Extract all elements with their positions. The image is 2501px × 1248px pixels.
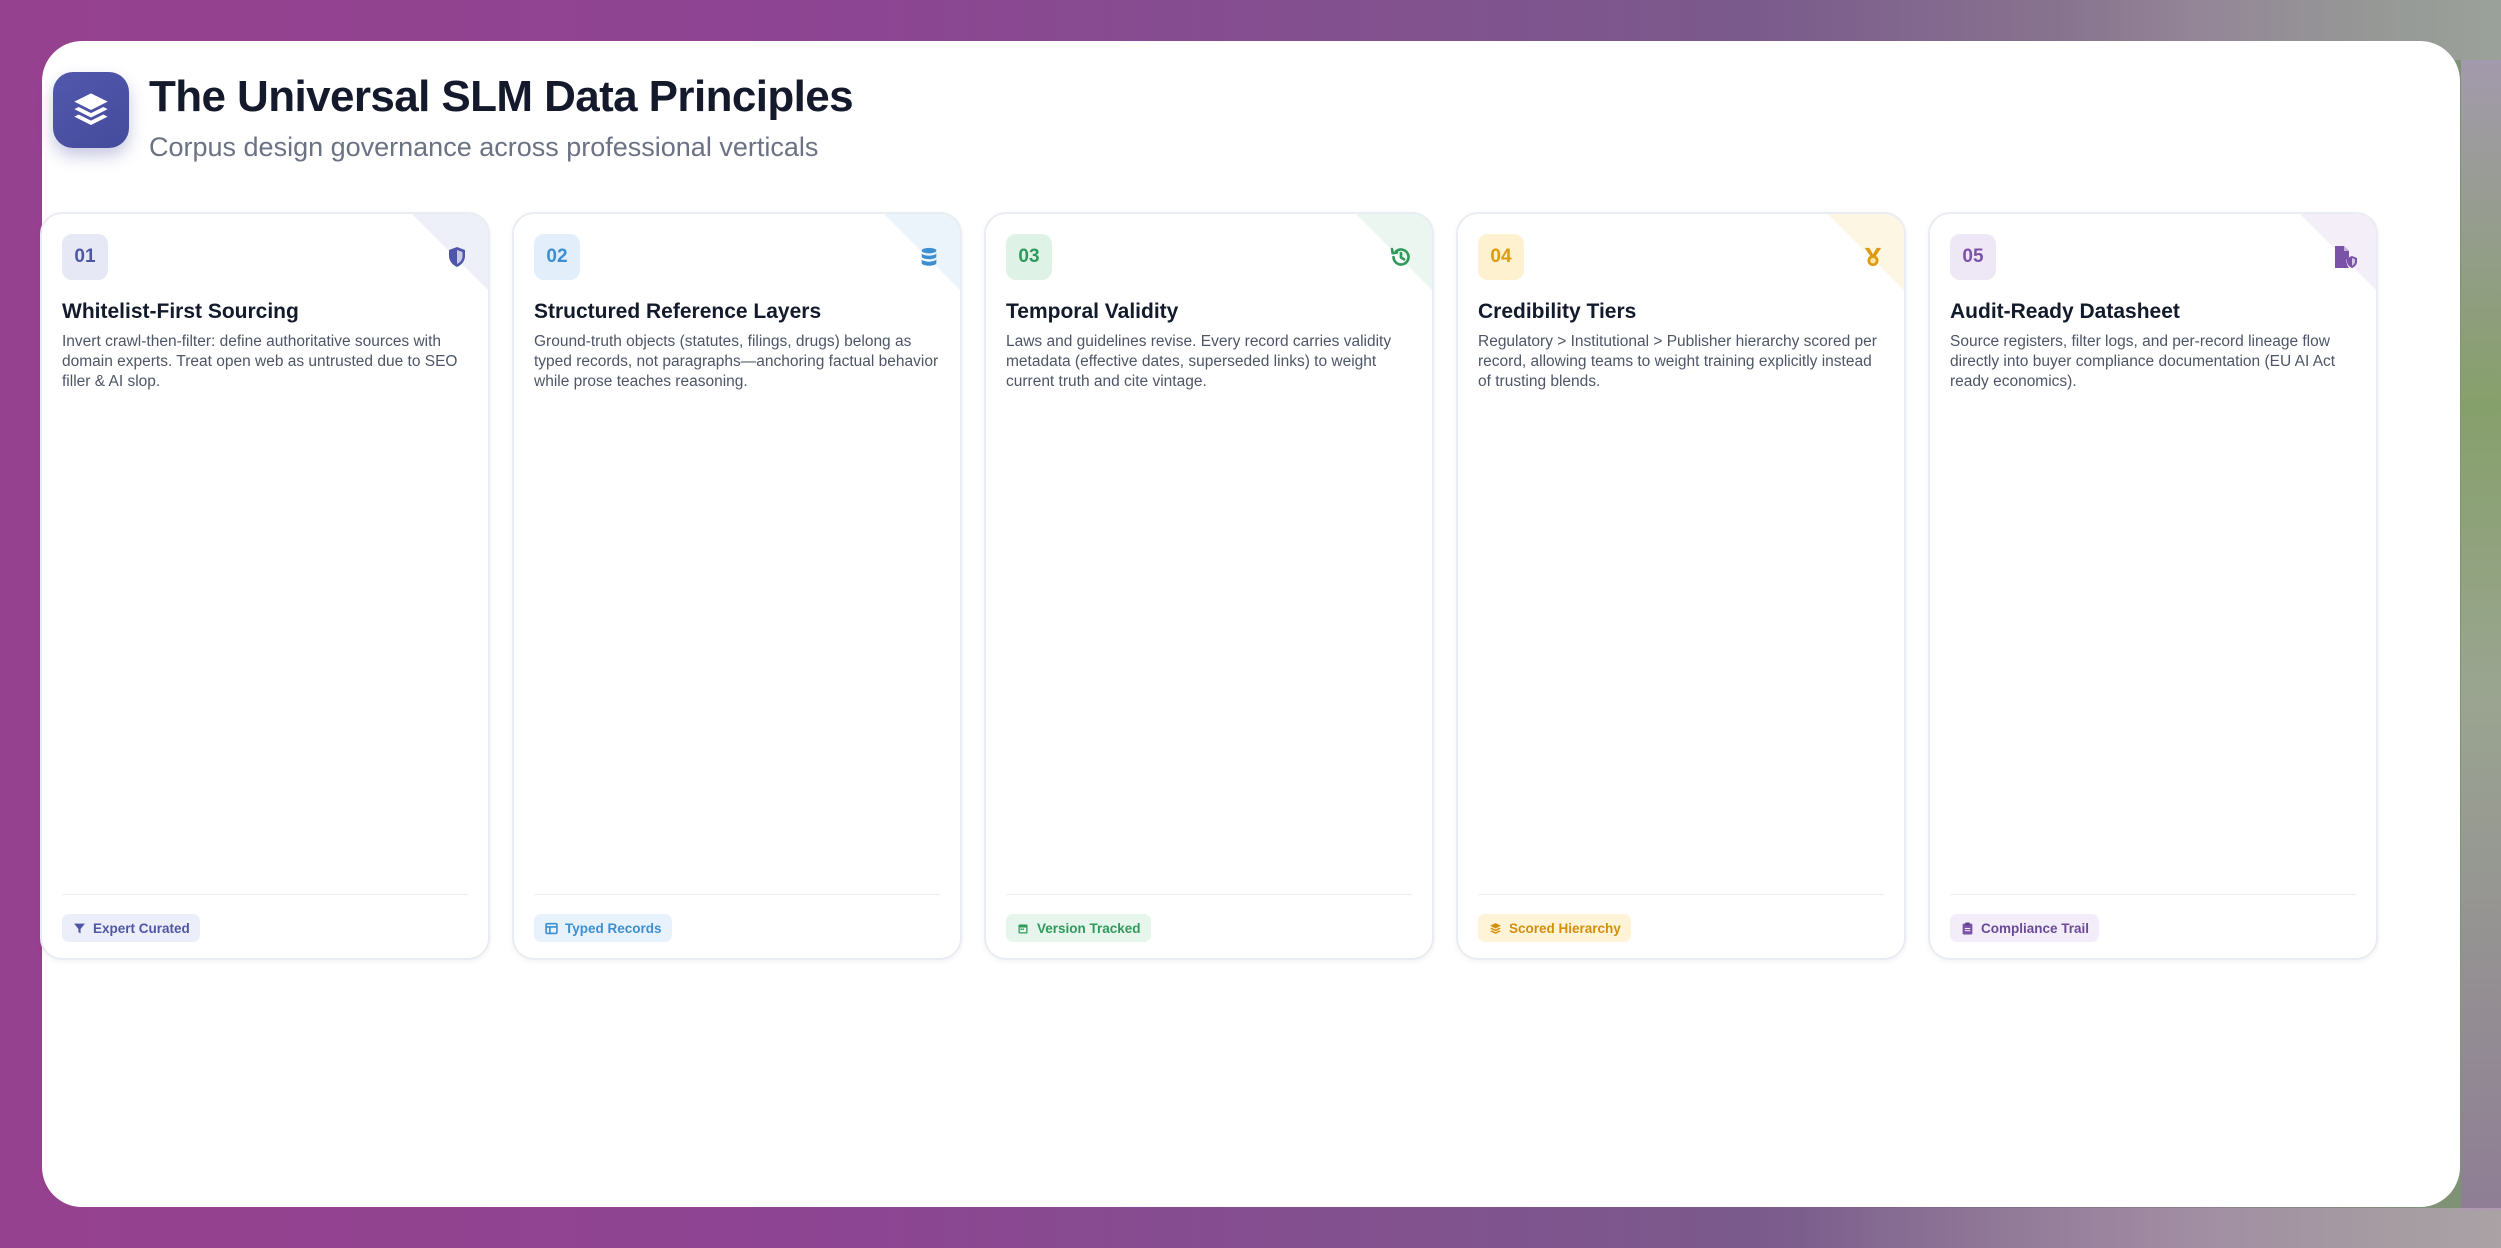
file-shield-icon: [2332, 244, 2358, 270]
principle-card-whitelist-first-sourcing: 01 Whitelist-First Sourcing Invert crawl…: [40, 212, 490, 960]
card-divider: [1478, 894, 1884, 895]
page-header: The Universal SLM Data Principles Corpus…: [53, 70, 854, 164]
card-divider: [1950, 894, 2356, 895]
history-icon: [1388, 244, 1414, 270]
card-title: Temporal Validity: [1006, 300, 1179, 323]
principle-card-structured-reference-layers: 02 Structured Reference Layers Ground-tr…: [512, 212, 962, 960]
filter-icon: [72, 921, 86, 935]
layers-icon: [1488, 921, 1502, 935]
card-title: Audit-Ready Datasheet: [1950, 300, 2180, 323]
card-tag: Typed Records: [534, 914, 672, 942]
card-description: Source registers, filter logs, and per-r…: [1950, 333, 2336, 390]
card-tag: Compliance Trail: [1950, 914, 2100, 942]
table-icon: [544, 921, 558, 935]
principles-grid: 01 Whitelist-First Sourcing Invert crawl…: [40, 212, 2378, 960]
card-title: Whitelist-First Sourcing: [62, 300, 299, 323]
card-divider: [62, 894, 468, 895]
card-tag-label: Typed Records: [565, 920, 662, 936]
card-number-badge: 01: [62, 234, 108, 280]
card-description: Regulatory > Institutional > Publisher h…: [1478, 333, 1877, 390]
page-subtitle: Corpus design governance across professi…: [149, 132, 819, 162]
shield-icon: [444, 244, 470, 270]
layers-icon: [53, 72, 129, 148]
principle-card-credibility-tiers: 04 Credibility Tiers Regulatory > Instit…: [1456, 212, 1906, 960]
card-tag-label: Scored Hierarchy: [1509, 920, 1621, 936]
card-number-badge: 02: [534, 234, 580, 280]
card-description: Ground-truth objects (statutes, filings,…: [534, 333, 939, 390]
card-tag-label: Compliance Trail: [1981, 920, 2090, 936]
card-divider: [534, 894, 940, 895]
card-title: Structured Reference Layers: [534, 300, 822, 323]
card-description: Laws and guidelines revise. Every record…: [1006, 333, 1392, 390]
calendar-icon: [1016, 921, 1030, 935]
card-tag: Expert Curated: [62, 914, 200, 942]
card-number-badge: 04: [1478, 234, 1524, 280]
background-floor: [1801, 1208, 2501, 1248]
card-number-badge: 05: [1950, 234, 1996, 280]
background-edge: [2461, 60, 2501, 1210]
card-tag: Scored Hierarchy: [1478, 914, 1631, 942]
clipboard-icon: [1960, 921, 1974, 935]
card-description: Invert crawl-then-filter: define authori…: [62, 333, 458, 390]
principle-card-audit-ready-datasheet: 05 Audit-Ready Datasheet Source register…: [1928, 212, 2378, 960]
principle-card-temporal-validity: 03 Temporal Validity Laws and guidelines…: [984, 212, 1434, 960]
card-tag-label: Version Tracked: [1037, 920, 1141, 936]
card-divider: [1006, 894, 1412, 895]
database-icon: [916, 244, 942, 270]
page-title: The Universal SLM Data Principles: [149, 72, 854, 121]
card-tag-label: Expert Curated: [93, 920, 190, 936]
card-number-badge: 03: [1006, 234, 1052, 280]
card-title: Credibility Tiers: [1478, 300, 1637, 323]
medal-icon: [1860, 244, 1886, 270]
card-tag: Version Tracked: [1006, 914, 1151, 942]
